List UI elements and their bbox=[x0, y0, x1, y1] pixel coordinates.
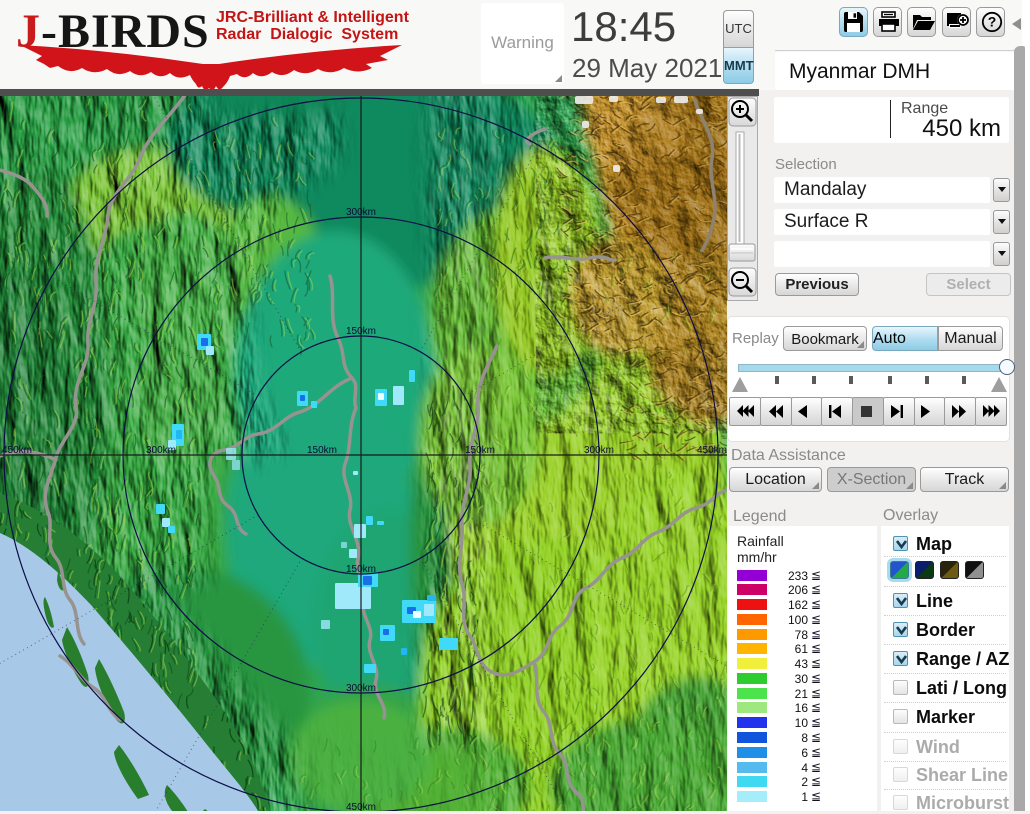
svg-text:450km: 450km bbox=[2, 445, 32, 456]
svg-text:150km: 150km bbox=[465, 445, 495, 456]
svg-text:300km: 300km bbox=[346, 683, 376, 694]
svg-text:?: ? bbox=[988, 14, 997, 30]
svg-text:150km: 150km bbox=[307, 445, 337, 456]
svg-text:150km: 150km bbox=[346, 564, 376, 575]
svg-text:300km: 300km bbox=[146, 445, 176, 456]
svg-text:300km: 300km bbox=[346, 207, 376, 218]
svg-text:450km: 450km bbox=[697, 445, 727, 456]
svg-text:450km: 450km bbox=[346, 802, 376, 811]
svg-text:150km: 150km bbox=[346, 326, 376, 337]
svg-text:300km: 300km bbox=[584, 445, 614, 456]
